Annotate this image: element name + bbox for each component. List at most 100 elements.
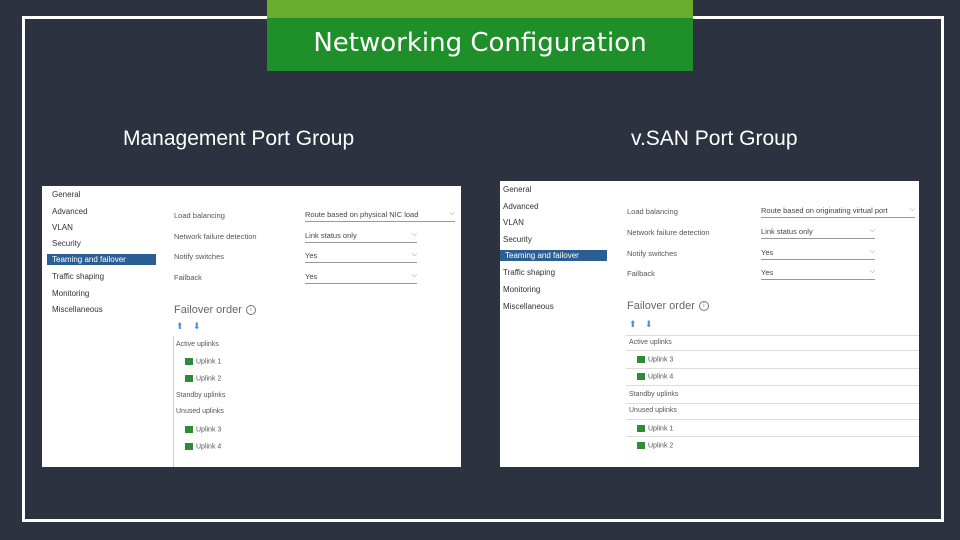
chevron-down-icon: ⌵ — [411, 272, 417, 279]
list-divider — [626, 385, 919, 386]
nav-item-security[interactable]: Security — [503, 235, 532, 244]
info-icon[interactable]: i — [698, 301, 709, 312]
nav-item-general[interactable]: General — [503, 185, 531, 194]
slide-title: Networking Configuration — [313, 28, 647, 58]
nav-item-traffic-shaping[interactable]: Traffic shaping — [52, 272, 104, 281]
chevron-down-icon: ⌵ — [449, 210, 455, 217]
failback-label: Failback — [627, 269, 655, 278]
failure-detection-select[interactable]: Link status only ⌵ — [305, 231, 417, 243]
failover-order-label: Failover order — [174, 304, 242, 316]
settings-panel-vsan: General Advanced VLAN Security Teaming a… — [500, 181, 919, 467]
notify-switches-label: Notify switches — [627, 249, 678, 258]
load-balancing-select[interactable]: Route based on originating virtual port ⌵ — [761, 206, 915, 218]
notify-switches-select[interactable]: Yes ⌵ — [761, 248, 875, 260]
nav-item-miscellaneous[interactable]: Miscellaneous — [503, 302, 554, 311]
list-item[interactable]: Uplink 4 — [637, 373, 673, 380]
list-divider — [626, 350, 919, 351]
uplink-icon — [185, 426, 193, 433]
list-divider — [626, 436, 919, 437]
uplink-icon — [637, 373, 645, 380]
nav-item-monitoring[interactable]: Monitoring — [52, 289, 89, 298]
list-item[interactable]: Uplink 1 — [185, 358, 221, 365]
list-divider — [626, 403, 919, 404]
unused-uplinks-header: Unused uplinks — [629, 407, 677, 414]
uplink-icon — [637, 356, 645, 363]
load-balancing-label: Load balancing — [627, 207, 678, 216]
active-uplinks-header: Active uplinks — [176, 341, 219, 348]
load-balancing-label: Load balancing — [174, 211, 225, 220]
panel-heading-vsan: v.SAN Port Group — [631, 127, 798, 150]
list-divider — [626, 419, 919, 420]
nav-item-teaming-and-failover[interactable]: Teaming and failover — [500, 250, 607, 261]
uplink-label: Uplink 4 — [648, 373, 674, 381]
nav-item-vlan[interactable]: VLAN — [52, 223, 73, 232]
list-item[interactable]: Uplink 1 — [637, 425, 673, 432]
failback-value: Yes — [305, 272, 318, 281]
unused-uplinks-header: Unused uplinks — [176, 408, 224, 415]
notify-switches-value: Yes — [305, 251, 318, 260]
nav-item-security[interactable]: Security — [52, 239, 81, 248]
failback-select[interactable]: Yes ⌵ — [305, 272, 417, 284]
failback-label: Failback — [174, 273, 202, 282]
chevron-down-icon: ⌵ — [909, 206, 915, 213]
standby-uplinks-header: Standby uplinks — [629, 391, 679, 398]
uplink-icon — [185, 358, 193, 365]
failover-order-title: Failover order i — [174, 304, 256, 316]
uplink-label: Uplink 2 — [196, 375, 222, 383]
notify-switches-value: Yes — [761, 248, 774, 257]
uplink-label: Uplink 1 — [196, 358, 222, 366]
nav-item-miscellaneous[interactable]: Miscellaneous — [52, 305, 103, 314]
chevron-down-icon: ⌵ — [869, 248, 875, 255]
nav-item-traffic-shaping[interactable]: Traffic shaping — [503, 268, 555, 277]
failover-order-label: Failover order — [627, 300, 695, 312]
load-balancing-value: Route based on physical NIC load — [305, 210, 419, 219]
list-item[interactable]: Uplink 2 — [185, 375, 221, 382]
list-divider — [626, 368, 919, 369]
failback-value: Yes — [761, 268, 774, 277]
move-down-icon[interactable]: ⬇ — [645, 319, 653, 330]
nav-item-vlan[interactable]: VLAN — [503, 218, 524, 227]
nav-item-advanced[interactable]: Advanced — [52, 207, 88, 216]
list-divider — [626, 335, 919, 336]
uplink-label: Uplink 3 — [196, 426, 222, 434]
nav-item-monitoring[interactable]: Monitoring — [503, 285, 540, 294]
load-balancing-select[interactable]: Route based on physical NIC load ⌵ — [305, 210, 455, 222]
notify-switches-select[interactable]: Yes ⌵ — [305, 251, 417, 263]
uplink-icon — [185, 443, 193, 450]
failure-detection-label: Network failure detection — [174, 232, 257, 241]
move-up-icon[interactable]: ⬆ — [176, 321, 184, 332]
failover-order-title: Failover order i — [627, 300, 709, 312]
uplink-label: Uplink 1 — [648, 425, 674, 433]
move-up-icon[interactable]: ⬆ — [629, 319, 637, 330]
failback-select[interactable]: Yes ⌵ — [761, 268, 875, 280]
uplink-icon — [637, 442, 645, 449]
panel-heading-management: Management Port Group — [123, 127, 355, 150]
failure-detection-label: Network failure detection — [627, 228, 710, 237]
chevron-down-icon: ⌵ — [411, 251, 417, 258]
info-icon[interactable]: i — [245, 305, 256, 316]
standby-uplinks-header: Standby uplinks — [176, 392, 226, 399]
uplink-icon — [637, 425, 645, 432]
nav-item-general[interactable]: General — [52, 190, 80, 199]
list-item[interactable]: Uplink 3 — [185, 426, 221, 433]
uplink-icon — [185, 375, 193, 382]
notify-switches-label: Notify switches — [174, 252, 225, 261]
active-uplinks-header: Active uplinks — [629, 339, 672, 346]
chevron-down-icon: ⌵ — [869, 227, 875, 234]
list-item[interactable]: Uplink 3 — [637, 356, 673, 363]
load-balancing-value: Route based on originating virtual port — [761, 206, 888, 215]
chevron-down-icon: ⌵ — [869, 268, 875, 275]
uplink-label: Uplink 4 — [196, 443, 222, 451]
nav-item-teaming-and-failover[interactable]: Teaming and failover — [47, 254, 156, 265]
list-divider — [173, 336, 174, 467]
uplink-label: Uplink 3 — [648, 356, 674, 364]
settings-panel-management: General Advanced VLAN Security Teaming a… — [42, 186, 461, 467]
failure-detection-value: Link status only — [761, 227, 813, 236]
nav-item-advanced[interactable]: Advanced — [503, 202, 539, 211]
move-down-icon[interactable]: ⬇ — [193, 321, 201, 332]
failure-detection-select[interactable]: Link status only ⌵ — [761, 227, 875, 239]
list-item[interactable]: Uplink 4 — [185, 443, 221, 450]
chevron-down-icon: ⌵ — [411, 231, 417, 238]
list-item[interactable]: Uplink 2 — [637, 442, 673, 449]
uplink-label: Uplink 2 — [648, 442, 674, 450]
